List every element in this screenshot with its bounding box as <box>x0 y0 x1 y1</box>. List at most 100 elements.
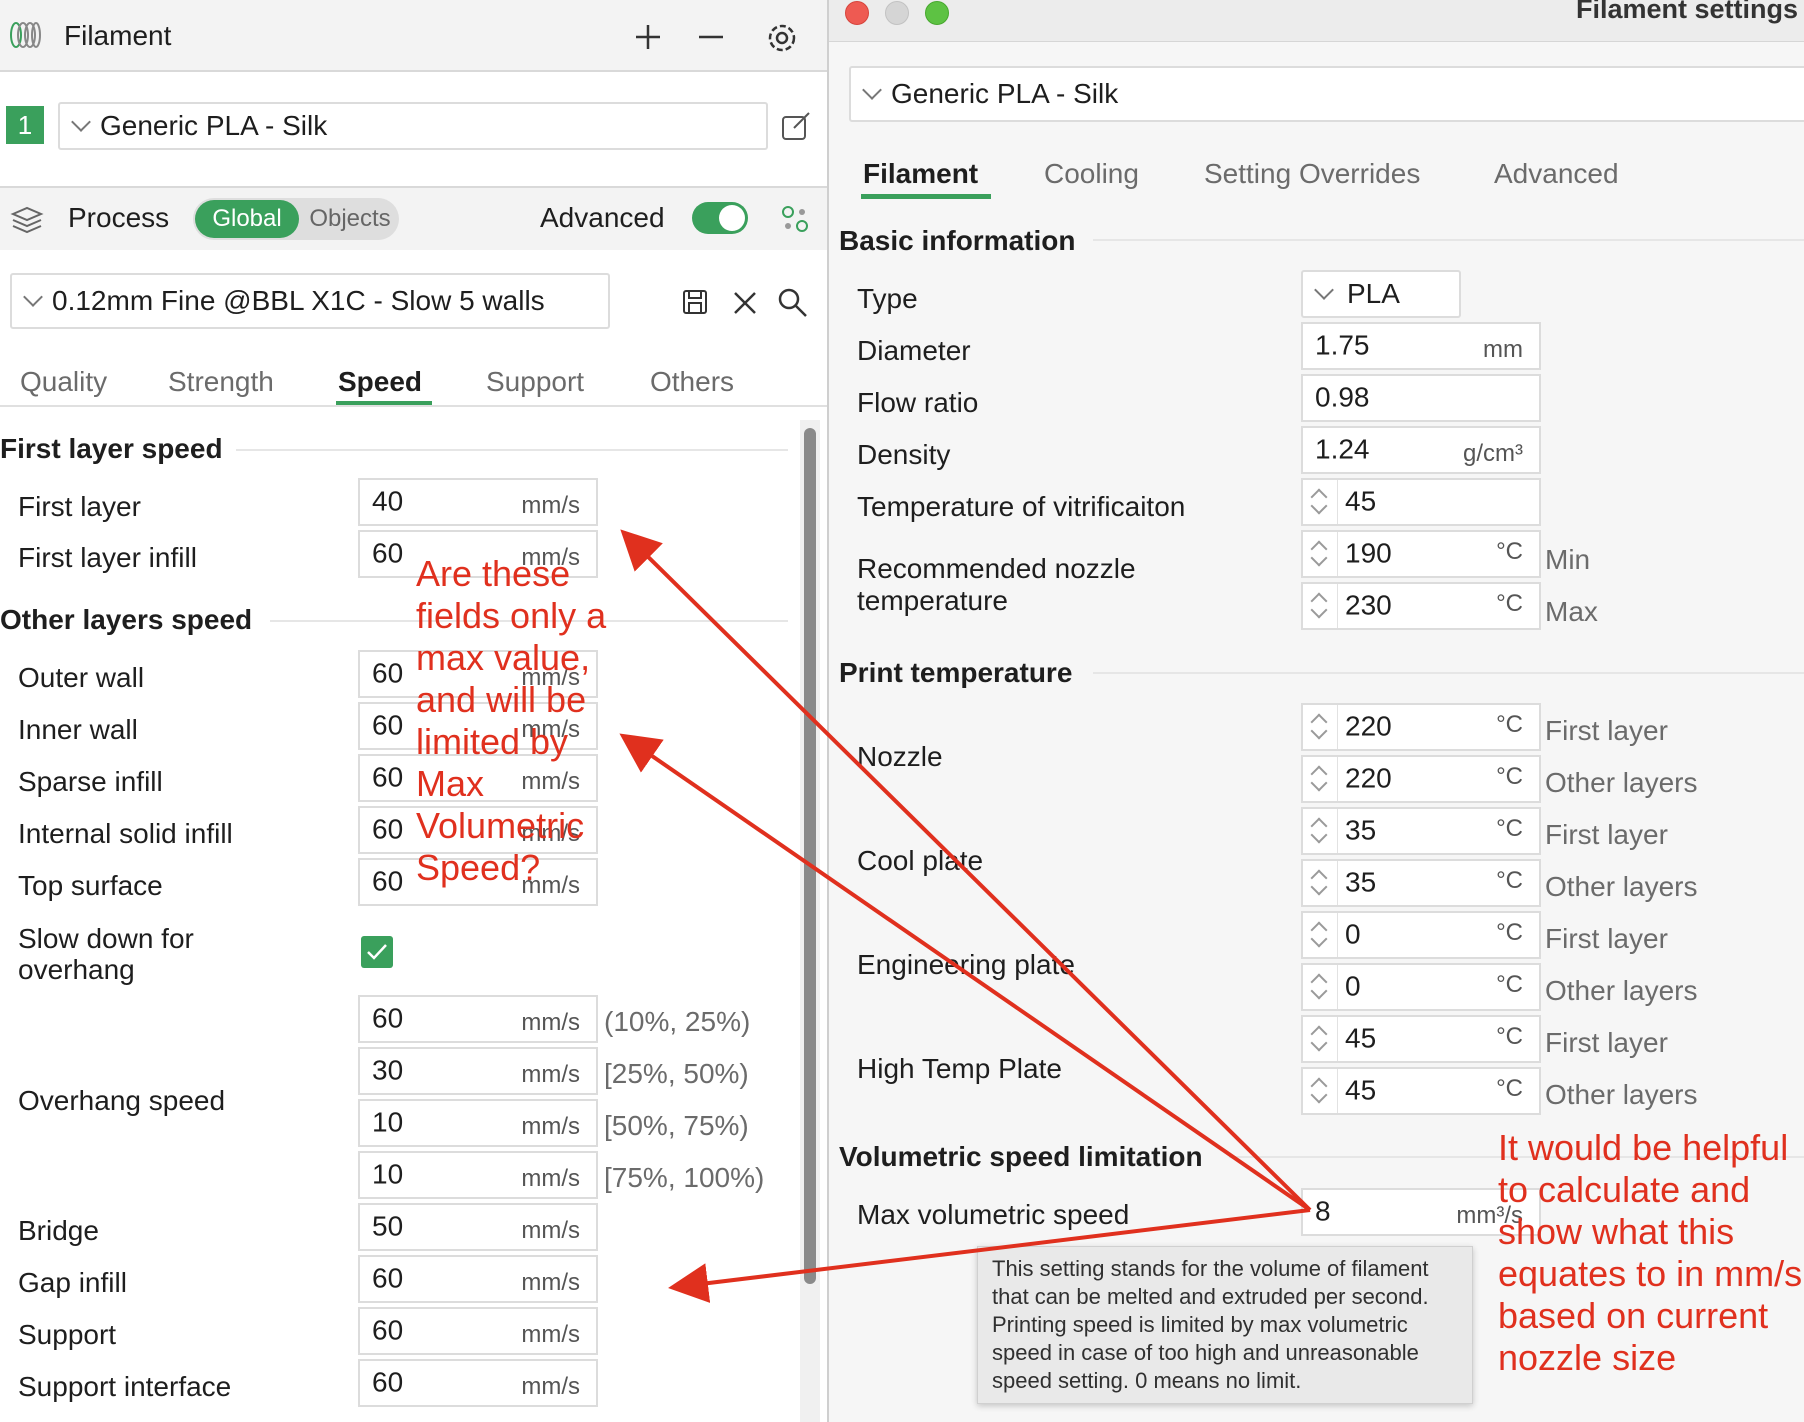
overhang-range-4: [75%, 100%) <box>604 1162 765 1193</box>
vitrification-temp-label: Temperature of vitrificaiton <box>857 491 1186 522</box>
nozzle-first-layer-field[interactable]: 220 °C <box>1301 703 1541 751</box>
top-surface-label: Top surface <box>18 870 163 901</box>
cool-plate-other-layers-field[interactable]: 35 °C <box>1301 859 1541 907</box>
bridge-speed-field[interactable]: 50 mm/s <box>358 1203 598 1251</box>
first-layer-speed-field[interactable]: 40 mm/s <box>358 478 598 526</box>
cool-plate-first-layer-field[interactable]: 35 °C <box>1301 807 1541 855</box>
filament-header: Filament <box>0 0 827 70</box>
section-print-temperature: Print temperature <box>839 657 1073 688</box>
tab-setting-overrides[interactable]: Setting Overrides <box>1204 158 1420 190</box>
scrollbar-thumb[interactable] <box>804 428 816 1284</box>
overhang-range-2: [25%, 50%) <box>604 1058 749 1089</box>
tab-speed[interactable]: Speed <box>338 366 422 398</box>
overhang-speed-field-3[interactable]: 10 mm/s <box>358 1099 598 1147</box>
type-combo[interactable]: PLA <box>1301 270 1461 318</box>
objects-option[interactable]: Objects <box>303 200 397 238</box>
overhang-range-1: (10%, 25%) <box>604 1006 751 1037</box>
compare-icon[interactable] <box>780 204 810 234</box>
global-objects-toggle[interactable]: Global Objects <box>193 198 399 240</box>
close-icon[interactable] <box>732 290 758 316</box>
process-header: Process Global Objects Advanced <box>0 188 827 250</box>
edit-icon[interactable] <box>780 110 812 142</box>
window-title: Filament settings <box>1575 0 1798 24</box>
search-icon[interactable] <box>776 286 808 318</box>
filament-profile-name: Generic PLA - Silk <box>100 110 328 141</box>
window-titlebar: Filament settings <box>829 0 1804 42</box>
tab-support[interactable]: Support <box>486 366 584 398</box>
flow-ratio-label: Flow ratio <box>857 387 979 418</box>
save-icon[interactable] <box>681 288 709 316</box>
engineering-plate-other-layers-label: Other layers <box>1545 975 1698 1006</box>
slow-down-overhang-checkbox[interactable] <box>361 936 393 968</box>
advanced-label: Advanced <box>540 202 665 233</box>
nozzle-label: Nozzle <box>857 741 943 772</box>
nozzle-max-label: Max <box>1545 596 1598 627</box>
tab-quality[interactable]: Quality <box>20 366 107 398</box>
engineering-plate-first-layer-field[interactable]: 0 °C <box>1301 911 1541 959</box>
tab-cooling[interactable]: Cooling <box>1044 158 1139 190</box>
filament-settings-profile-combo[interactable]: Generic PLA - Silk <box>849 66 1804 122</box>
high-temp-plate-first-layer-label: First layer <box>1545 1027 1668 1058</box>
nozzle-min-label: Min <box>1545 544 1591 575</box>
minus-icon[interactable] <box>697 23 725 51</box>
cool-plate-other-layers-label: Other layers <box>1545 871 1698 902</box>
section-volumetric-speed-limitation: Volumetric speed limitation <box>839 1141 1203 1172</box>
tab-others[interactable]: Others <box>650 366 734 398</box>
first-layer-infill-label: First layer infill <box>18 542 197 573</box>
tab-advanced[interactable]: Advanced <box>1494 158 1619 190</box>
support-speed-field[interactable]: 60 mm/s <box>358 1307 598 1355</box>
nozzle-temp-min-field[interactable]: 190 °C <box>1301 530 1541 578</box>
zoom-window-icon[interactable] <box>925 1 949 25</box>
high-temp-plate-other-layers-field[interactable]: 45 °C <box>1301 1067 1541 1115</box>
nozzle-temp-max-field[interactable]: 230 °C <box>1301 582 1541 630</box>
layers-icon <box>10 206 44 234</box>
nozzle-other-layers-label: Other layers <box>1545 767 1698 798</box>
inner-wall-label: Inner wall <box>18 714 138 745</box>
engineering-plate-label: Engineering plate <box>857 949 1075 980</box>
filament-header-title: Filament <box>64 20 172 51</box>
plus-icon[interactable] <box>634 23 662 51</box>
type-label: Type <box>857 283 918 314</box>
overhang-speed-label: Overhang speed <box>18 1085 226 1116</box>
diameter-field[interactable]: 1.75 mm <box>1301 322 1541 370</box>
section-other-layers-speed: Other layers speed <box>0 604 253 635</box>
close-window-icon[interactable] <box>845 1 869 25</box>
support-interface-speed-field[interactable]: 60 mm/s <box>358 1359 598 1407</box>
density-label: Density <box>857 439 951 470</box>
gap-infill-speed-field[interactable]: 60 mm/s <box>358 1255 598 1303</box>
chevron-down-icon <box>862 80 882 100</box>
recommended-nozzle-temp-label-line1: Recommended nozzle <box>857 553 1136 584</box>
internal-solid-infill-label: Internal solid infill <box>18 818 233 849</box>
slow-down-overhang-label-line2: overhang <box>18 954 135 985</box>
section-basic-information: Basic information <box>839 225 1076 256</box>
tab-filament[interactable]: Filament <box>863 158 978 190</box>
annotation-suggestion: It would be helpful to calculate and sho… <box>1498 1127 1803 1378</box>
check-icon <box>367 944 387 960</box>
overhang-speed-field-1[interactable]: 60 mm/s <box>358 995 598 1043</box>
gear-icon[interactable] <box>764 20 800 56</box>
filament-settings-profile-name: Generic PLA - Silk <box>891 78 1119 109</box>
process-profile-combo[interactable]: 0.12mm Fine @BBL X1C - Slow 5 walls <box>10 273 610 329</box>
advanced-toggle[interactable] <box>692 202 748 234</box>
chevron-down-icon <box>71 112 91 132</box>
nozzle-first-layer-label: First layer <box>1545 715 1668 746</box>
overhang-speed-field-2[interactable]: 30 mm/s <box>358 1047 598 1095</box>
high-temp-plate-first-layer-field[interactable]: 45 °C <box>1301 1015 1541 1063</box>
support-label: Support <box>18 1319 117 1350</box>
minimize-window-icon[interactable] <box>885 1 909 25</box>
flow-ratio-field[interactable]: 0.98 <box>1301 374 1541 422</box>
filament-profile-combo[interactable]: Generic PLA - Silk <box>58 102 768 150</box>
nozzle-other-layers-field[interactable]: 220 °C <box>1301 755 1541 803</box>
bridge-label: Bridge <box>18 1215 99 1246</box>
overhang-speed-field-4[interactable]: 10 mm/s <box>358 1151 598 1199</box>
density-field[interactable]: 1.24 g/cm³ <box>1301 426 1541 474</box>
global-option[interactable]: Global <box>195 200 299 238</box>
filament-slot-badge[interactable]: 1 <box>6 106 44 144</box>
outer-wall-label: Outer wall <box>18 662 145 693</box>
vitrification-temp-field[interactable]: 45 <box>1301 478 1541 526</box>
tab-strength[interactable]: Strength <box>168 366 274 398</box>
section-first-layer-speed: First layer speed <box>0 433 223 464</box>
engineering-plate-other-layers-field[interactable]: 0 °C <box>1301 963 1541 1011</box>
diameter-label: Diameter <box>857 335 971 366</box>
filament-spool-icon <box>10 22 41 48</box>
